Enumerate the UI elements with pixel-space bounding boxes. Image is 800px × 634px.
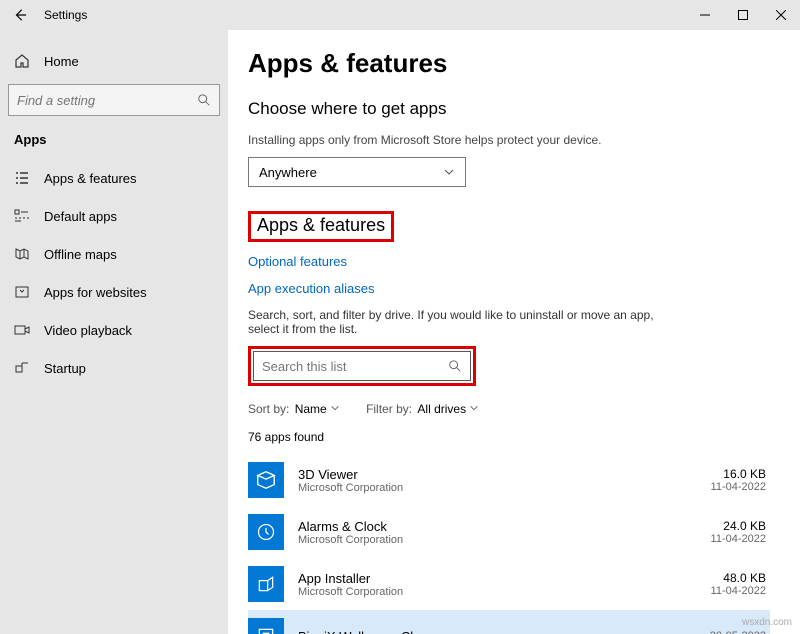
sidebar-search[interactable] bbox=[8, 84, 220, 116]
app-size: 24.0 KB bbox=[711, 519, 766, 533]
maximize-icon bbox=[738, 10, 748, 20]
app-row[interactable]: Alarms & Clock Microsoft Corporation 24.… bbox=[248, 506, 770, 558]
choose-heading: Choose where to get apps bbox=[248, 99, 770, 119]
link-app-execution-aliases[interactable]: App execution aliases bbox=[248, 281, 770, 296]
sidebar-item-label: Video playback bbox=[44, 323, 132, 338]
app-icon bbox=[248, 514, 284, 550]
section-heading: Apps & features bbox=[257, 215, 385, 236]
window-title: Settings bbox=[44, 8, 87, 22]
window-controls bbox=[686, 0, 800, 30]
home-icon bbox=[14, 53, 30, 69]
sidebar-item-label: Apps for websites bbox=[44, 285, 147, 300]
search-icon bbox=[448, 359, 462, 373]
category-title: Apps bbox=[0, 126, 228, 159]
app-publisher: Microsoft Corporation bbox=[298, 586, 403, 598]
app-date: 11-04-2022 bbox=[711, 585, 766, 597]
close-button[interactable] bbox=[762, 0, 800, 30]
startup-icon bbox=[14, 360, 30, 376]
list-icon bbox=[14, 170, 30, 186]
defaults-icon bbox=[14, 208, 30, 224]
app-date: 11-04-2022 bbox=[711, 533, 766, 545]
home-button[interactable]: Home bbox=[0, 42, 228, 80]
watermark: wsxdn.com bbox=[742, 617, 792, 628]
sidebar-item-startup[interactable]: Startup bbox=[0, 349, 228, 387]
minimize-icon bbox=[700, 10, 710, 20]
app-source-dropdown[interactable]: Anywhere bbox=[248, 157, 466, 187]
app-name: BioniX Wallpaper Changer bbox=[298, 629, 451, 634]
arrow-left-icon bbox=[13, 8, 27, 22]
back-button[interactable] bbox=[12, 7, 28, 23]
sidebar-item-label: Startup bbox=[44, 361, 86, 376]
chevron-down-icon bbox=[469, 403, 479, 413]
map-icon bbox=[14, 246, 30, 262]
titlebar: Settings bbox=[0, 0, 800, 30]
page-title: Apps & features bbox=[248, 48, 770, 79]
sidebar-item-video-playback[interactable]: Video playback bbox=[0, 311, 228, 349]
websites-icon bbox=[14, 284, 30, 300]
app-size: 48.0 KB bbox=[711, 571, 766, 585]
sort-by[interactable]: Sort by: Name bbox=[248, 402, 340, 416]
video-icon bbox=[14, 322, 30, 338]
chevron-down-icon bbox=[330, 403, 340, 413]
app-date: 11-04-2022 bbox=[711, 481, 766, 493]
home-label: Home bbox=[44, 54, 79, 69]
app-publisher: Microsoft Corporation bbox=[298, 534, 403, 546]
choose-desc: Installing apps only from Microsoft Stor… bbox=[248, 133, 770, 147]
filter-by[interactable]: Filter by: All drives bbox=[366, 402, 479, 416]
app-icon bbox=[248, 462, 284, 498]
sidebar-item-apps-features[interactable]: Apps & features bbox=[0, 159, 228, 197]
list-search[interactable] bbox=[253, 351, 471, 381]
sidebar: Home Apps Apps & features Default apps O… bbox=[0, 30, 228, 634]
app-row[interactable]: 3D Viewer Microsoft Corporation 16.0 KB … bbox=[248, 454, 770, 506]
app-icon bbox=[248, 618, 284, 634]
link-optional-features[interactable]: Optional features bbox=[248, 254, 770, 269]
app-row[interactable]: App Installer Microsoft Corporation 48.0… bbox=[248, 558, 770, 610]
app-name: App Installer bbox=[298, 571, 403, 586]
help-text: Search, sort, and filter by drive. If yo… bbox=[248, 308, 688, 336]
close-icon bbox=[776, 10, 786, 20]
app-name: Alarms & Clock bbox=[298, 519, 403, 534]
sidebar-item-label: Default apps bbox=[44, 209, 117, 224]
sidebar-item-label: Apps & features bbox=[44, 171, 137, 186]
main-content: Apps & features Choose where to get apps… bbox=[228, 30, 800, 634]
sidebar-item-label: Offline maps bbox=[44, 247, 117, 262]
sidebar-item-apps-websites[interactable]: Apps for websites bbox=[0, 273, 228, 311]
sidebar-item-default-apps[interactable]: Default apps bbox=[0, 197, 228, 235]
app-date: 20-05-2022 bbox=[710, 630, 766, 634]
list-search-input[interactable] bbox=[262, 359, 448, 374]
list-search-highlight bbox=[248, 346, 476, 386]
sidebar-search-input[interactable] bbox=[17, 93, 197, 108]
app-publisher: Microsoft Corporation bbox=[298, 482, 403, 494]
dropdown-value: Anywhere bbox=[259, 165, 317, 180]
app-size: 16.0 KB bbox=[711, 467, 766, 481]
app-name: 3D Viewer bbox=[298, 467, 403, 482]
maximize-button[interactable] bbox=[724, 0, 762, 30]
app-icon bbox=[248, 566, 284, 602]
app-row[interactable]: BioniX Wallpaper Changer 20-05-2022 bbox=[248, 610, 770, 634]
section-heading-highlight: Apps & features bbox=[248, 211, 394, 242]
minimize-button[interactable] bbox=[686, 0, 724, 30]
search-icon bbox=[197, 93, 211, 107]
apps-count: 76 apps found bbox=[248, 430, 770, 444]
sort-filter-row: Sort by: Name Filter by: All drives bbox=[248, 402, 770, 416]
sidebar-item-offline-maps[interactable]: Offline maps bbox=[0, 235, 228, 273]
chevron-down-icon bbox=[443, 166, 455, 178]
